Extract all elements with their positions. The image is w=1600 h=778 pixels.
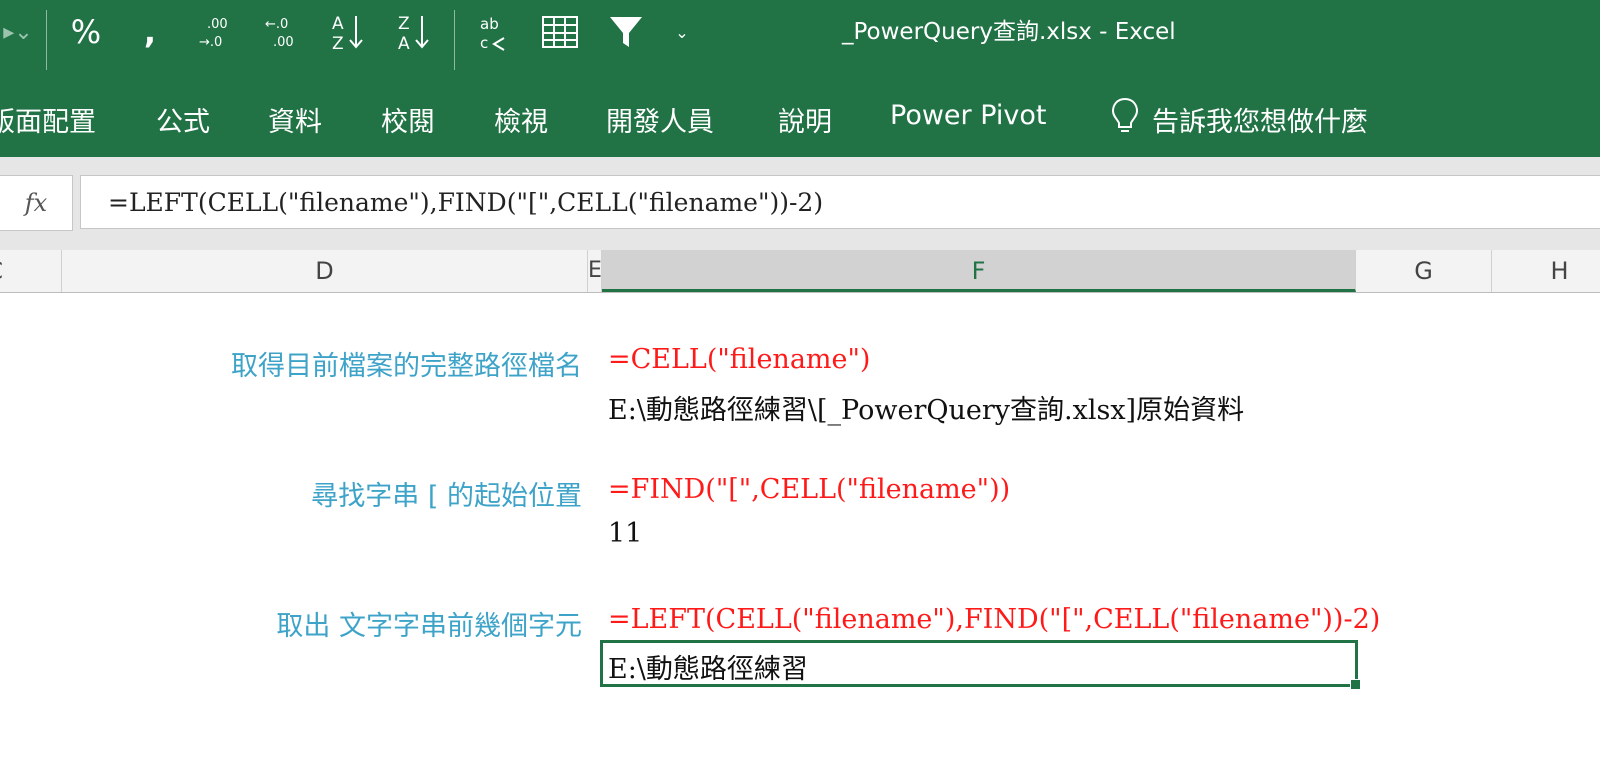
tab-help[interactable]: 說明 bbox=[778, 100, 832, 139]
cell-label[interactable]: 取出 文字字串前幾個字元 bbox=[276, 604, 582, 643]
table-format-icon[interactable] bbox=[538, 10, 582, 54]
column-header-g[interactable]: G bbox=[1356, 250, 1492, 292]
filter-icon[interactable] bbox=[604, 10, 648, 54]
cell-formula-text[interactable]: =FIND("[",CELL("filename")) bbox=[608, 474, 1010, 505]
percent-icon[interactable]: % bbox=[64, 10, 108, 54]
svg-text:c: c bbox=[480, 34, 488, 52]
fill-handle[interactable] bbox=[1350, 679, 1361, 690]
tab-data[interactable]: 資料 bbox=[268, 100, 322, 139]
cell-value[interactable]: E:\動態路徑練習\[_PowerQuery查詢.xlsx]原始資料 bbox=[608, 388, 1244, 427]
tab-view[interactable]: 檢視 bbox=[494, 100, 548, 139]
tab-power-pivot[interactable]: Power Pivot bbox=[890, 100, 1047, 131]
cell-formula-text[interactable]: =LEFT(CELL("filename"),FIND("[",CELL("fi… bbox=[608, 604, 1380, 635]
svg-text:A: A bbox=[398, 34, 410, 52]
title-bar: ▸⌄ % , .00 →.0 ←.0.00 AZ ZA ab c ⌄ _PowerQ… bbox=[0, 0, 1600, 82]
tab-formulas[interactable]: 公式 bbox=[156, 100, 210, 139]
column-header-h[interactable]: H bbox=[1492, 250, 1600, 292]
formula-bar: fx =LEFT(CELL("filename"),FIND("[",CELL(… bbox=[0, 175, 1600, 250]
cell-formula-text[interactable]: =CELL("filename") bbox=[608, 344, 870, 375]
tab-page-layout[interactable]: 版面配置 bbox=[0, 100, 96, 139]
comma-style-icon[interactable]: , bbox=[130, 10, 170, 54]
column-header-e[interactable]: E bbox=[588, 250, 602, 292]
tab-review[interactable]: 校閱 bbox=[381, 100, 435, 139]
fx-icon: fx bbox=[24, 189, 48, 217]
svg-text:ab: ab bbox=[480, 15, 499, 33]
sort-ascending-icon[interactable]: AZ bbox=[326, 10, 370, 54]
svg-text:Z: Z bbox=[398, 14, 410, 34]
ribbon-bottom-strip bbox=[0, 157, 1600, 175]
decrease-decimal-icon[interactable]: ←.0.00 bbox=[260, 10, 304, 54]
svg-text:.00: .00 bbox=[207, 17, 228, 32]
svg-text:←.0: ←.0 bbox=[265, 17, 288, 32]
window-title: _PowerQuery查詢.xlsx - Excel bbox=[842, 19, 1176, 45]
svg-text:Z: Z bbox=[332, 34, 344, 52]
ribbon-tabs: 版面配置 公式 資料 校閱 檢視 開發人員 說明 Power Pivot 告訴我… bbox=[0, 82, 1600, 157]
cell-value[interactable]: 11 bbox=[608, 518, 642, 549]
svg-text:A: A bbox=[332, 14, 344, 34]
column-header-c[interactable]: C bbox=[0, 250, 62, 292]
sort-descending-icon[interactable]: ZA bbox=[392, 10, 436, 54]
lightbulb-icon[interactable] bbox=[1108, 96, 1142, 136]
toolbar-separator bbox=[46, 10, 47, 70]
insert-function-button[interactable]: fx bbox=[0, 175, 73, 231]
svg-text:→.0: →.0 bbox=[199, 35, 222, 50]
column-header-f[interactable]: F bbox=[602, 250, 1356, 292]
column-header-row: C D E F G H bbox=[0, 250, 1600, 293]
cell-label[interactable]: 尋找字串 [ 的起始位置 bbox=[311, 474, 582, 513]
toolbar-separator bbox=[454, 10, 455, 70]
increase-decimal-icon[interactable]: .00 →.0 bbox=[194, 10, 238, 54]
tell-me-search[interactable]: 告訴我您想做什麼 bbox=[1152, 100, 1368, 139]
column-header-d[interactable]: D bbox=[62, 250, 588, 292]
redo-icon[interactable]: ▸⌄ bbox=[0, 10, 36, 54]
spelling-icon[interactable]: ab c bbox=[474, 10, 518, 54]
cell-label[interactable]: 取得目前檔案的完整路徑檔名 bbox=[231, 344, 582, 383]
svg-text:.00: .00 bbox=[273, 35, 294, 50]
customize-qat-icon[interactable]: ⌄ bbox=[670, 10, 694, 54]
formula-input[interactable]: =LEFT(CELL("filename"),FIND("[",CELL("fi… bbox=[80, 175, 1600, 229]
tab-developer[interactable]: 開發人員 bbox=[606, 100, 714, 139]
active-cell-selection[interactable] bbox=[600, 640, 1361, 690]
